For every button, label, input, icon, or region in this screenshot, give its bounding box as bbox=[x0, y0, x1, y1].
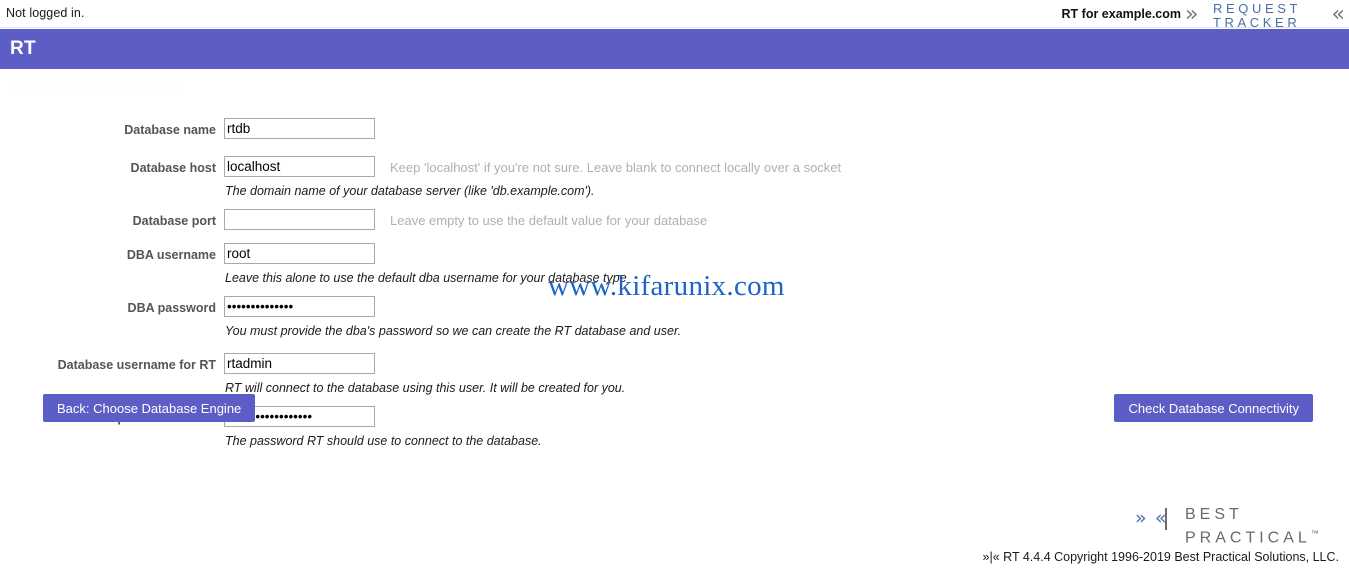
chevron-left-double-icon: « bbox=[1331, 2, 1345, 27]
check-database-connectivity-button[interactable]: Check Database Connectivity bbox=[1114, 394, 1313, 422]
logo-divider bbox=[1165, 508, 1167, 530]
description-dba-username: Leave this alone to use the default dba … bbox=[0, 271, 1349, 290]
description-text: The domain name of your database server … bbox=[225, 184, 595, 198]
hint-database-host: Keep 'localhost' if you're not sure. Lea… bbox=[390, 160, 842, 175]
page-title: Customize Basics bbox=[8, 78, 183, 100]
input-database-name[interactable] bbox=[224, 118, 375, 139]
input-database-host[interactable] bbox=[224, 156, 375, 177]
instance-label: RT for example.com bbox=[1061, 7, 1181, 21]
trademark-symbol: ™ bbox=[1310, 529, 1319, 538]
chevron-right-double-icon: » bbox=[1185, 2, 1199, 27]
form-row-database-name: Database name bbox=[0, 118, 1349, 146]
request-tracker-logo: » REQUEST TRACKER « bbox=[1185, 1, 1345, 30]
form-row-database-port: Database port Leave empty to use the def… bbox=[0, 209, 1349, 237]
logo-line-best: BEST bbox=[1185, 506, 1243, 523]
label-database-port: Database port bbox=[132, 214, 216, 228]
rt-brand-label[interactable]: RT bbox=[10, 38, 36, 60]
request-tracker-wordmark: REQUEST TRACKER bbox=[1213, 1, 1302, 30]
form-row-database-host: Database host Keep 'localhost' if you're… bbox=[0, 156, 1349, 184]
label-dba-username: DBA username bbox=[126, 248, 216, 262]
top-utility-bar: Not logged in. RT for example.com » REQU… bbox=[0, 0, 1349, 30]
description-database-password-for-rt: The password RT should use to connect to… bbox=[0, 434, 1349, 453]
description-text: Leave this alone to use the default dba … bbox=[225, 271, 627, 285]
double-chevron-icon: » « bbox=[1135, 507, 1168, 529]
hint-database-port: Leave empty to use the default value for… bbox=[390, 213, 708, 228]
logo-line-tracker: TRACKER bbox=[1213, 15, 1301, 30]
input-dba-password[interactable] bbox=[224, 296, 375, 317]
description-text: RT will connect to the database using th… bbox=[225, 381, 626, 395]
label-database-username-for-rt: Database username for RT bbox=[57, 358, 216, 372]
logo-line-request: REQUEST bbox=[1213, 1, 1302, 16]
description-text: The password RT should use to connect to… bbox=[225, 434, 542, 448]
main-nav-bar: RT bbox=[0, 29, 1349, 69]
best-practical-logo: » « BEST PRACTICAL™ bbox=[1135, 503, 1319, 547]
input-dba-username[interactable] bbox=[224, 243, 375, 264]
description-dba-password: You must provide the dba's password so w… bbox=[0, 324, 1349, 343]
form-row-database-username-for-rt: Database username for RT bbox=[0, 353, 1349, 381]
label-database-name: Database name bbox=[124, 123, 216, 137]
description-text: You must provide the dba's password so w… bbox=[225, 324, 682, 338]
form-row-dba-password: DBA password bbox=[0, 296, 1349, 324]
label-dba-password: DBA password bbox=[127, 301, 216, 315]
best-practical-wordmark: BEST PRACTICAL™ bbox=[1185, 505, 1319, 547]
copyright-notice: »|« RT 4.4.4 Copyright 1996-2019 Best Pr… bbox=[982, 550, 1339, 564]
form-row-dba-username: DBA username bbox=[0, 243, 1349, 271]
input-database-username-for-rt[interactable] bbox=[224, 353, 375, 374]
input-database-port[interactable] bbox=[224, 209, 375, 230]
back-choose-database-engine-button[interactable]: Back: Choose Database Engine bbox=[43, 394, 256, 422]
description-database-host: The domain name of your database server … bbox=[0, 184, 1349, 203]
label-database-host: Database host bbox=[130, 161, 216, 175]
login-status: Not logged in. bbox=[6, 6, 85, 20]
logo-line-practical: PRACTICAL bbox=[1185, 529, 1311, 547]
